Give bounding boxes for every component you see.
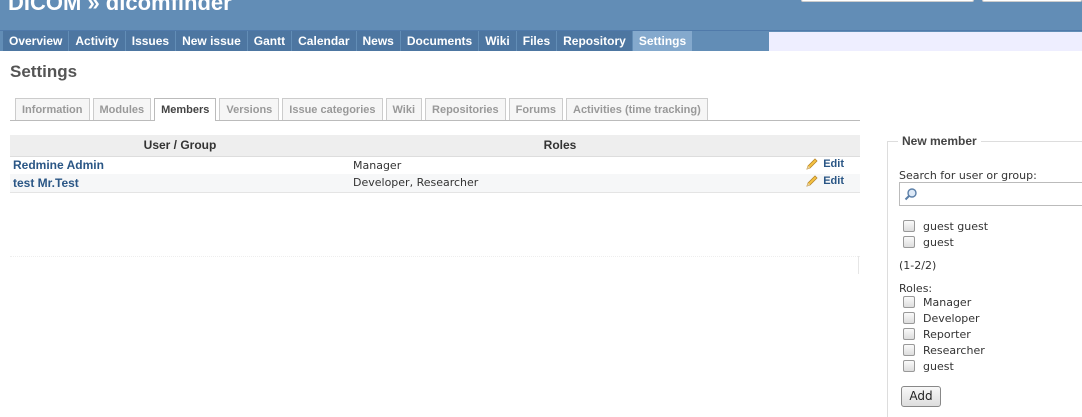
menu-calendar[interactable]: Calendar — [292, 31, 356, 51]
tab-issue-categories[interactable]: Issue categories — [282, 98, 383, 120]
tab-members[interactable]: Members — [154, 98, 217, 121]
settings-tabs: Information Modules Members Versions Iss… — [10, 98, 860, 121]
tab-repositories[interactable]: Repositories — [425, 98, 506, 120]
member-roles-cell: Developer, Researcher — [350, 174, 770, 193]
magnifier-icon — [904, 188, 917, 201]
search-label: Search for user or group: — [899, 169, 1037, 182]
new-member-panel: New member Search for user or group: gue… — [887, 134, 1082, 417]
new-member-legend: New member — [898, 134, 981, 148]
role-label: Manager — [923, 295, 972, 309]
role-checkbox[interactable] — [903, 296, 915, 308]
principal-search-input[interactable] — [899, 182, 1082, 206]
tab-forums[interactable]: Forums — [508, 98, 563, 120]
principal-checkbox[interactable] — [903, 220, 915, 232]
member-roles-cell: Manager — [350, 156, 770, 174]
member-roles: Manager — [353, 158, 402, 172]
principal-option[interactable]: guest guest — [903, 219, 988, 233]
tab-activities[interactable]: Activities (time tracking) — [566, 98, 708, 120]
role-checkbox[interactable] — [903, 344, 915, 356]
project-title: DICOM » dicomfinder — [8, 0, 232, 15]
member-user-link[interactable]: Redmine Admin — [13, 158, 104, 172]
principal-checkbox[interactable] — [903, 236, 915, 248]
menu-activity[interactable]: Activity — [69, 31, 125, 51]
role-label: guest — [923, 359, 954, 373]
edit-member-button[interactable]: Edit — [805, 157, 844, 171]
menu-new-issue[interactable]: New issue — [176, 31, 247, 51]
menu-gantt[interactable]: Gantt — [247, 31, 292, 51]
role-option[interactable]: Researcher — [903, 343, 985, 357]
pagination-text: (1-2/2) — [899, 259, 937, 272]
menu-issues[interactable]: Issues — [125, 31, 176, 51]
edit-label: Edit — [823, 157, 844, 170]
member-user-cell: test Mr.Test — [10, 174, 350, 193]
role-option[interactable]: Manager — [903, 295, 971, 309]
main-menu-filler — [768, 32, 1082, 51]
column-header-roles: Roles — [350, 135, 770, 157]
column-header-actions — [770, 135, 860, 157]
member-actions-cell: Edit — [770, 174, 860, 193]
table-row: test Mr.Test Developer, Researcher Edit — [10, 174, 860, 193]
page-title: Settings — [10, 62, 78, 81]
pencil-icon — [806, 175, 818, 187]
principal-option[interactable]: guest — [903, 235, 954, 249]
tab-versions[interactable]: Versions — [219, 98, 280, 120]
member-user-link[interactable]: test Mr.Test — [13, 176, 79, 190]
roles-label: Roles: — [899, 282, 933, 295]
main-menu: Overview Activity Issues New issue Gantt… — [0, 30, 1082, 51]
principal-label: guest guest — [923, 219, 989, 233]
menu-news[interactable]: News — [356, 31, 400, 51]
tab-information[interactable]: Information — [15, 98, 90, 120]
menu-settings[interactable]: Settings — [632, 31, 693, 51]
header-search-input[interactable] — [801, 0, 974, 2]
pencil-icon — [806, 158, 818, 170]
menu-wiki[interactable]: Wiki — [479, 31, 516, 51]
member-roles: Developer, Researcher — [353, 176, 479, 190]
divider — [858, 256, 859, 274]
role-option[interactable]: Developer — [903, 311, 980, 325]
principal-label: guest — [923, 235, 954, 249]
members-table: User / Group Roles Redmine Admin Manager… — [10, 135, 860, 193]
tab-modules[interactable]: Modules — [92, 98, 152, 120]
role-label: Reporter — [923, 327, 971, 341]
role-checkbox[interactable] — [903, 312, 915, 324]
member-user-cell: Redmine Admin — [10, 156, 350, 174]
divider — [10, 256, 860, 257]
role-label: Researcher — [923, 343, 985, 357]
table-row: Redmine Admin Manager Edit — [10, 156, 860, 174]
edit-label: Edit — [823, 175, 844, 188]
project-jump-select[interactable] — [982, 0, 1082, 2]
add-member-button[interactable]: Add — [901, 386, 941, 407]
role-checkbox[interactable] — [903, 328, 915, 340]
menu-files[interactable]: Files — [516, 31, 557, 51]
tab-wiki[interactable]: Wiki — [385, 98, 423, 120]
role-label: Developer — [923, 311, 980, 325]
edit-member-button[interactable]: Edit — [805, 174, 844, 188]
menu-repository[interactable]: Repository — [557, 31, 632, 51]
menu-documents[interactable]: Documents — [400, 31, 479, 51]
role-option[interactable]: guest — [903, 359, 954, 373]
menu-overview[interactable]: Overview — [3, 31, 69, 51]
role-checkbox[interactable] — [903, 360, 915, 372]
members-table-header: User / Group Roles — [10, 135, 860, 157]
top-header: DICOM » dicomfinder — [0, 0, 1082, 30]
column-header-user-group: User / Group — [10, 135, 350, 157]
role-option[interactable]: Reporter — [903, 327, 971, 341]
member-actions-cell: Edit — [770, 156, 860, 174]
